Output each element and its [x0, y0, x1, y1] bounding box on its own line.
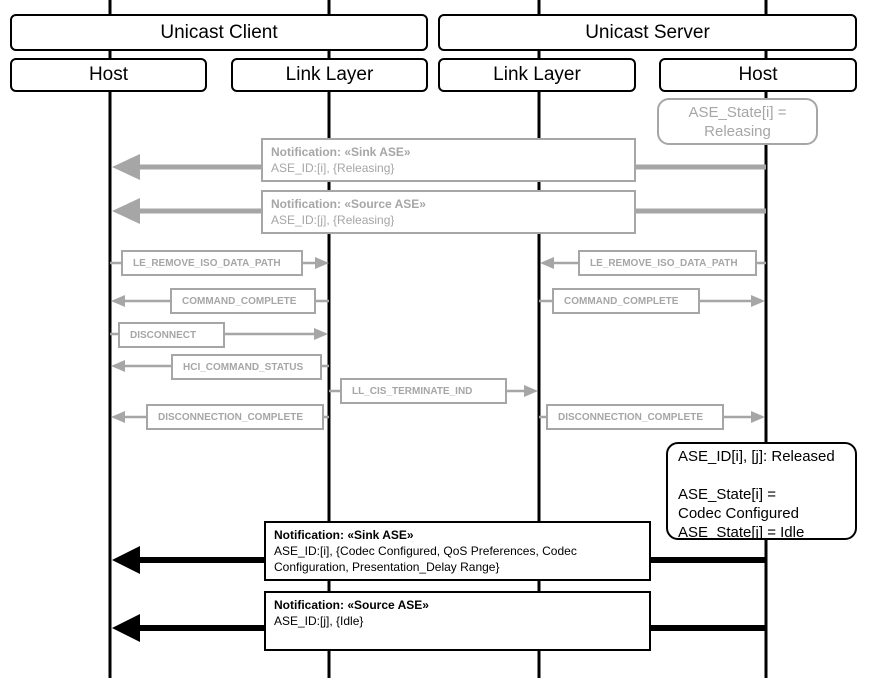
notification-body: ASE_ID:[i], {Codec Configured, QoS Prefe…: [274, 544, 577, 574]
state-line: ASE_ID[i], [j]: Released: [678, 448, 835, 465]
msg-le-remove-server: LE_REMOVE_ISO_DATA_PATH: [578, 250, 757, 276]
notification-title: Notification: «Source ASE»: [271, 197, 426, 211]
notification-body: ASE_ID:[i], {Releasing}: [271, 161, 395, 175]
notification-source-releasing: Notification: «Source ASE» ASE_ID:[j], {…: [261, 190, 636, 234]
notification-sink-releasing: Notification: «Sink ASE» ASE_ID:[i], {Re…: [261, 138, 636, 182]
state-line: ASE_State[i] =: [678, 486, 776, 503]
msg-disc-complete-client: DISCONNECTION_COMPLETE: [146, 404, 324, 430]
notification-body: ASE_ID:[j], {Idle}: [274, 614, 364, 628]
msg-ll-cis-terminate-ind: LL_CIS_TERMINATE_IND: [340, 378, 507, 404]
notification-title: Notification: «Sink ASE»: [271, 145, 411, 159]
client-host-header: Host: [10, 58, 207, 92]
msg-cmd-complete-client: COMMAND_COMPLETE: [170, 288, 316, 314]
notification-title: Notification: «Source ASE»: [274, 598, 429, 612]
state-line: ASE_State[j] = Idle: [678, 524, 805, 541]
state-releasing: ASE_State[i] = Releasing: [657, 98, 818, 145]
notification-sink-codec-configured: Notification: «Sink ASE» ASE_ID:[i], {Co…: [264, 521, 651, 581]
msg-disconnect: DISCONNECT: [118, 322, 225, 348]
server-link-layer-header: Link Layer: [438, 58, 636, 92]
msg-hci-command-status: HCI_COMMAND_STATUS: [171, 354, 322, 380]
notification-title: Notification: «Sink ASE»: [274, 528, 414, 542]
server-host-header: Host: [659, 58, 857, 92]
notification-source-idle: Notification: «Source ASE» ASE_ID:[j], {…: [264, 591, 651, 651]
client-link-layer-header: Link Layer: [231, 58, 428, 92]
state-released: ASE_ID[i], [j]: Released ASE_State[i] = …: [666, 442, 857, 541]
notification-body: ASE_ID:[j], {Releasing}: [271, 213, 395, 227]
unicast-server-header: Unicast Server: [438, 14, 857, 51]
msg-cmd-complete-server: COMMAND_COMPLETE: [552, 288, 700, 314]
msg-disc-complete-server: DISCONNECTION_COMPLETE: [546, 404, 724, 430]
msg-le-remove-client: LE_REMOVE_ISO_DATA_PATH: [121, 250, 303, 276]
state-line: Codec Configured: [678, 505, 799, 522]
unicast-client-header: Unicast Client: [10, 14, 428, 51]
